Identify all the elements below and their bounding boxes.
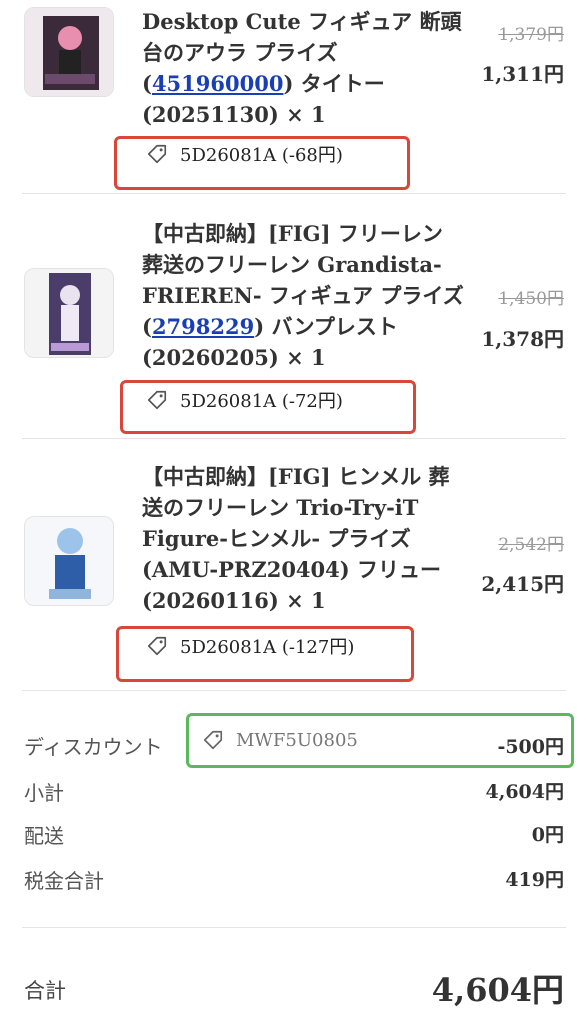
subtotal-label: 小計 — [24, 781, 64, 805]
product-thumbnail[interactable] — [24, 7, 114, 97]
discount-label: ディスカウント — [24, 735, 163, 759]
original-price: 1,450円 — [498, 289, 564, 309]
divider — [22, 690, 566, 691]
discount-value: -500円 — [497, 736, 564, 758]
discount-code-tag: MWF5U0805 — [202, 729, 358, 751]
shipping-value: 0円 — [531, 824, 564, 846]
subtotal-value: 4,604円 — [485, 781, 565, 803]
annotation-box — [114, 136, 410, 190]
product-code-link[interactable]: 2798229 — [152, 314, 254, 339]
shipping-label: 配送 — [24, 824, 64, 848]
product-code-link[interactable]: 451960000 — [152, 71, 284, 96]
divider — [22, 927, 566, 928]
discount-code: MWF5U0805 — [236, 729, 358, 751]
total-value: 4,604円 — [431, 971, 564, 1009]
discounted-price: 1,311円 — [481, 62, 564, 86]
divider — [22, 193, 566, 194]
divider — [22, 438, 566, 439]
discounted-price: 2,415円 — [481, 572, 564, 596]
annotation-box — [116, 626, 414, 682]
tax-value: 419円 — [505, 869, 564, 891]
product-title: Desktop Cute フィギュア 断頭台のアウラ プライズ(45196000… — [142, 9, 462, 127]
product-title: 【中古即納】[FIG] ヒンメル 葬送のフリーレン Trio-Try-iT Fi… — [142, 464, 450, 613]
product-thumbnail[interactable] — [24, 516, 114, 606]
product-title: 【中古即納】[FIG] フリーレン 葬送のフリーレン Grandista-FRI… — [142, 221, 464, 370]
product-image — [25, 8, 113, 96]
original-price: 2,542円 — [498, 535, 564, 555]
annotation-box — [120, 380, 416, 434]
original-price: 1,379円 — [498, 25, 564, 45]
tax-label: 税金合計 — [24, 869, 104, 893]
discounted-price: 1,378円 — [481, 327, 564, 351]
product-thumbnail[interactable] — [24, 268, 114, 358]
tag-icon — [203, 730, 223, 750]
product-image — [25, 517, 113, 605]
total-label: 合計 — [24, 979, 66, 1003]
product-image — [25, 269, 113, 357]
